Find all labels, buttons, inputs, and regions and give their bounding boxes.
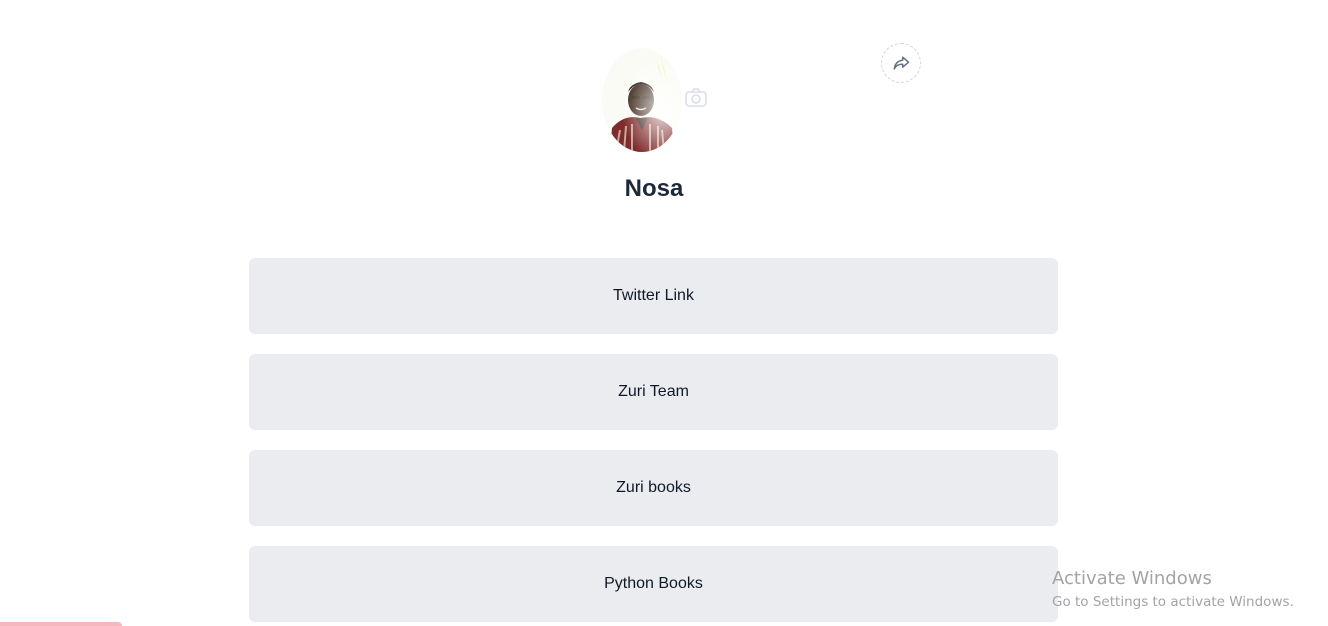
share-icon — [893, 56, 910, 70]
profile-section: Nosa — [0, 0, 1308, 230]
links-list: Twitter Link Zuri Team Zuri books Python… — [249, 258, 1058, 626]
link-python-books[interactable]: Python Books — [249, 546, 1058, 622]
profile-name: Nosa — [624, 175, 684, 202]
avatar-container — [602, 48, 708, 152]
share-button[interactable] — [881, 43, 921, 83]
page: Nosa Twitter Link Zuri Team Zuri books P… — [0, 0, 1328, 626]
windows-activation-watermark: Activate Windows Go to Settings to activ… — [1052, 568, 1294, 612]
watermark-subtitle: Go to Settings to activate Windows. — [1052, 594, 1294, 610]
link-twitter[interactable]: Twitter Link — [249, 258, 1058, 334]
link-zuri-team[interactable]: Zuri Team — [249, 354, 1058, 430]
camera-icon[interactable] — [684, 86, 708, 108]
avatar-image — [602, 48, 682, 152]
link-zuri-books[interactable]: Zuri books — [249, 450, 1058, 526]
avatar[interactable] — [602, 48, 682, 152]
watermark-title: Activate Windows — [1052, 568, 1212, 589]
bottom-strip — [0, 622, 122, 626]
